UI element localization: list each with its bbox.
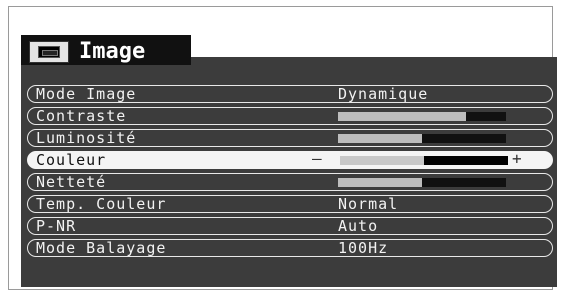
- menu-title: Image: [79, 39, 146, 64]
- level-bar: [338, 134, 506, 143]
- menu-item-couleur[interactable]: Couleur — +: [27, 151, 553, 169]
- level-bar-fill: [338, 134, 422, 143]
- menu-item-luminosite[interactable]: Luminosité: [27, 129, 553, 147]
- decrease-icon[interactable]: —: [312, 151, 322, 167]
- menu-item-label: Mode Balayage: [36, 239, 167, 257]
- menu-item-contraste[interactable]: Contraste: [27, 107, 553, 125]
- level-slider[interactable]: [340, 156, 508, 165]
- menu-item-nettete[interactable]: Netteté: [27, 173, 553, 191]
- menu-item-mode-balayage[interactable]: Mode Balayage 100Hz: [27, 239, 553, 257]
- menu-item-label: Netteté: [36, 173, 107, 191]
- screen-icon-glare: [42, 50, 58, 56]
- osd-menu: Mode Image Dynamique Contraste Luminosit…: [21, 35, 557, 287]
- level-bar-fill: [338, 178, 422, 187]
- menu-item-value: 100Hz: [338, 239, 389, 257]
- tv-screen: Mode Image Dynamique Contraste Luminosit…: [8, 6, 557, 290]
- menu-item-mode-image[interactable]: Mode Image Dynamique: [27, 85, 553, 103]
- menu-item-label: Contraste: [36, 107, 127, 125]
- menu-panel: Mode Image Dynamique Contraste Luminosit…: [21, 57, 557, 287]
- menu-item-value: Dynamique: [338, 85, 429, 103]
- screen-icon: [29, 41, 69, 63]
- screen-icon-inner: [38, 46, 60, 58]
- menu-item-label: P-NR: [36, 217, 77, 235]
- menu-item-temp-couleur[interactable]: Temp. Couleur Normal: [27, 195, 553, 213]
- menu-item-p-nr[interactable]: P-NR Auto: [27, 217, 553, 235]
- menu-title-tab: Image: [21, 35, 191, 65]
- level-bar: [338, 178, 506, 187]
- menu-item-label: Luminosité: [36, 129, 137, 147]
- menu-item-value: Normal: [338, 195, 399, 213]
- increase-icon[interactable]: +: [512, 151, 522, 167]
- menu-item-label: Mode Image: [36, 85, 137, 103]
- menu-item-label: Temp. Couleur: [36, 195, 167, 213]
- level-bar-fill: [338, 112, 466, 121]
- menu-item-label: Couleur: [36, 151, 107, 169]
- menu-item-value: Auto: [338, 217, 379, 235]
- level-bar-fill: [340, 156, 424, 165]
- level-bar: [338, 112, 506, 121]
